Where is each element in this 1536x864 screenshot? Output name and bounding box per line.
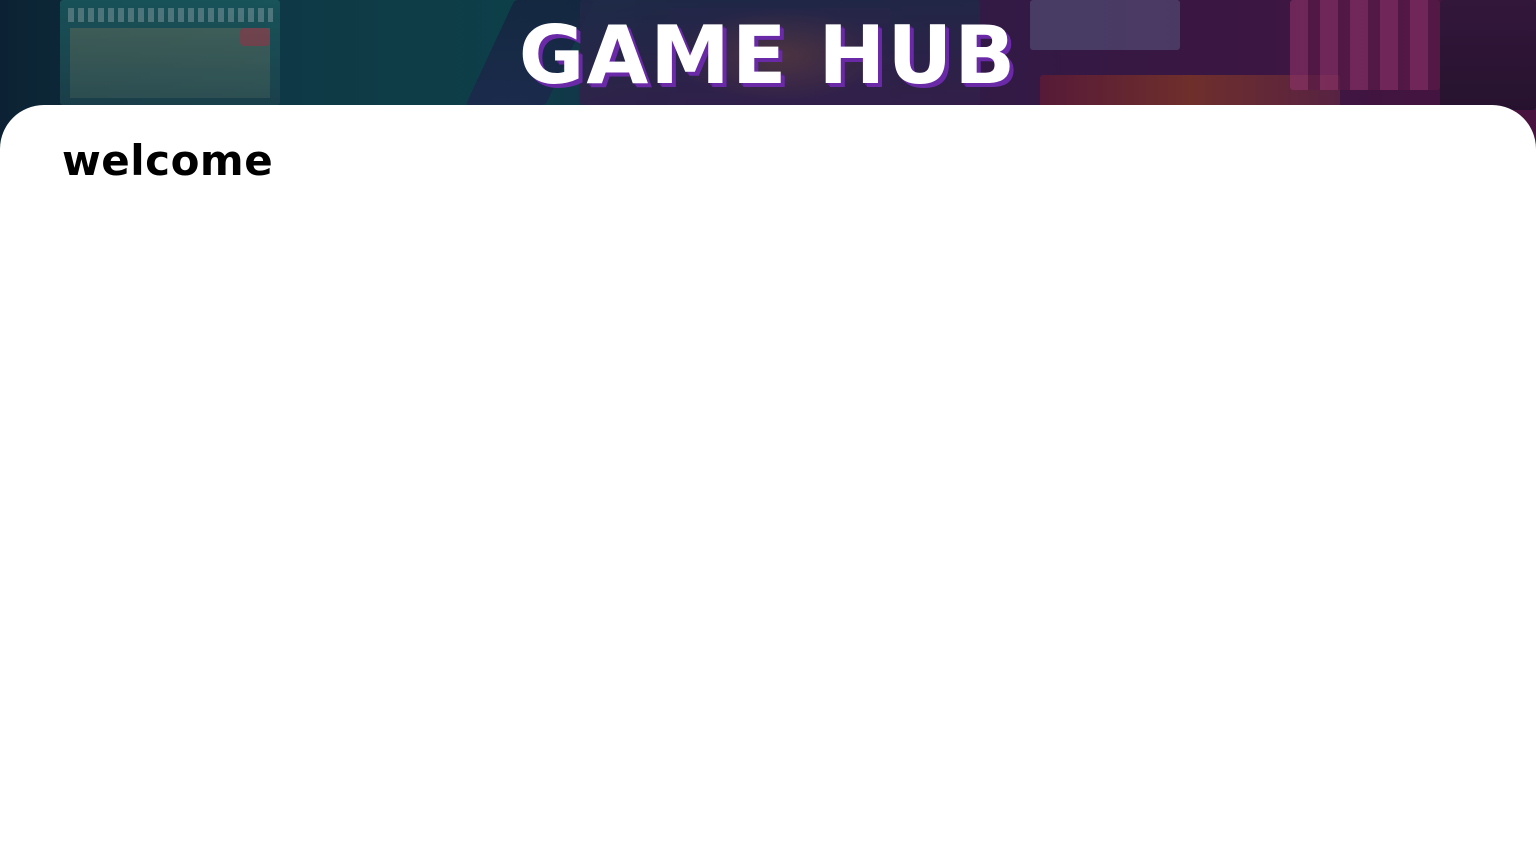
site-title: GAME HUB xyxy=(518,9,1018,102)
welcome-heading: welcome xyxy=(62,136,274,185)
content-card: welcome xyxy=(0,105,1536,864)
game-hub-page: GAME HUB welcome xyxy=(0,0,1536,864)
